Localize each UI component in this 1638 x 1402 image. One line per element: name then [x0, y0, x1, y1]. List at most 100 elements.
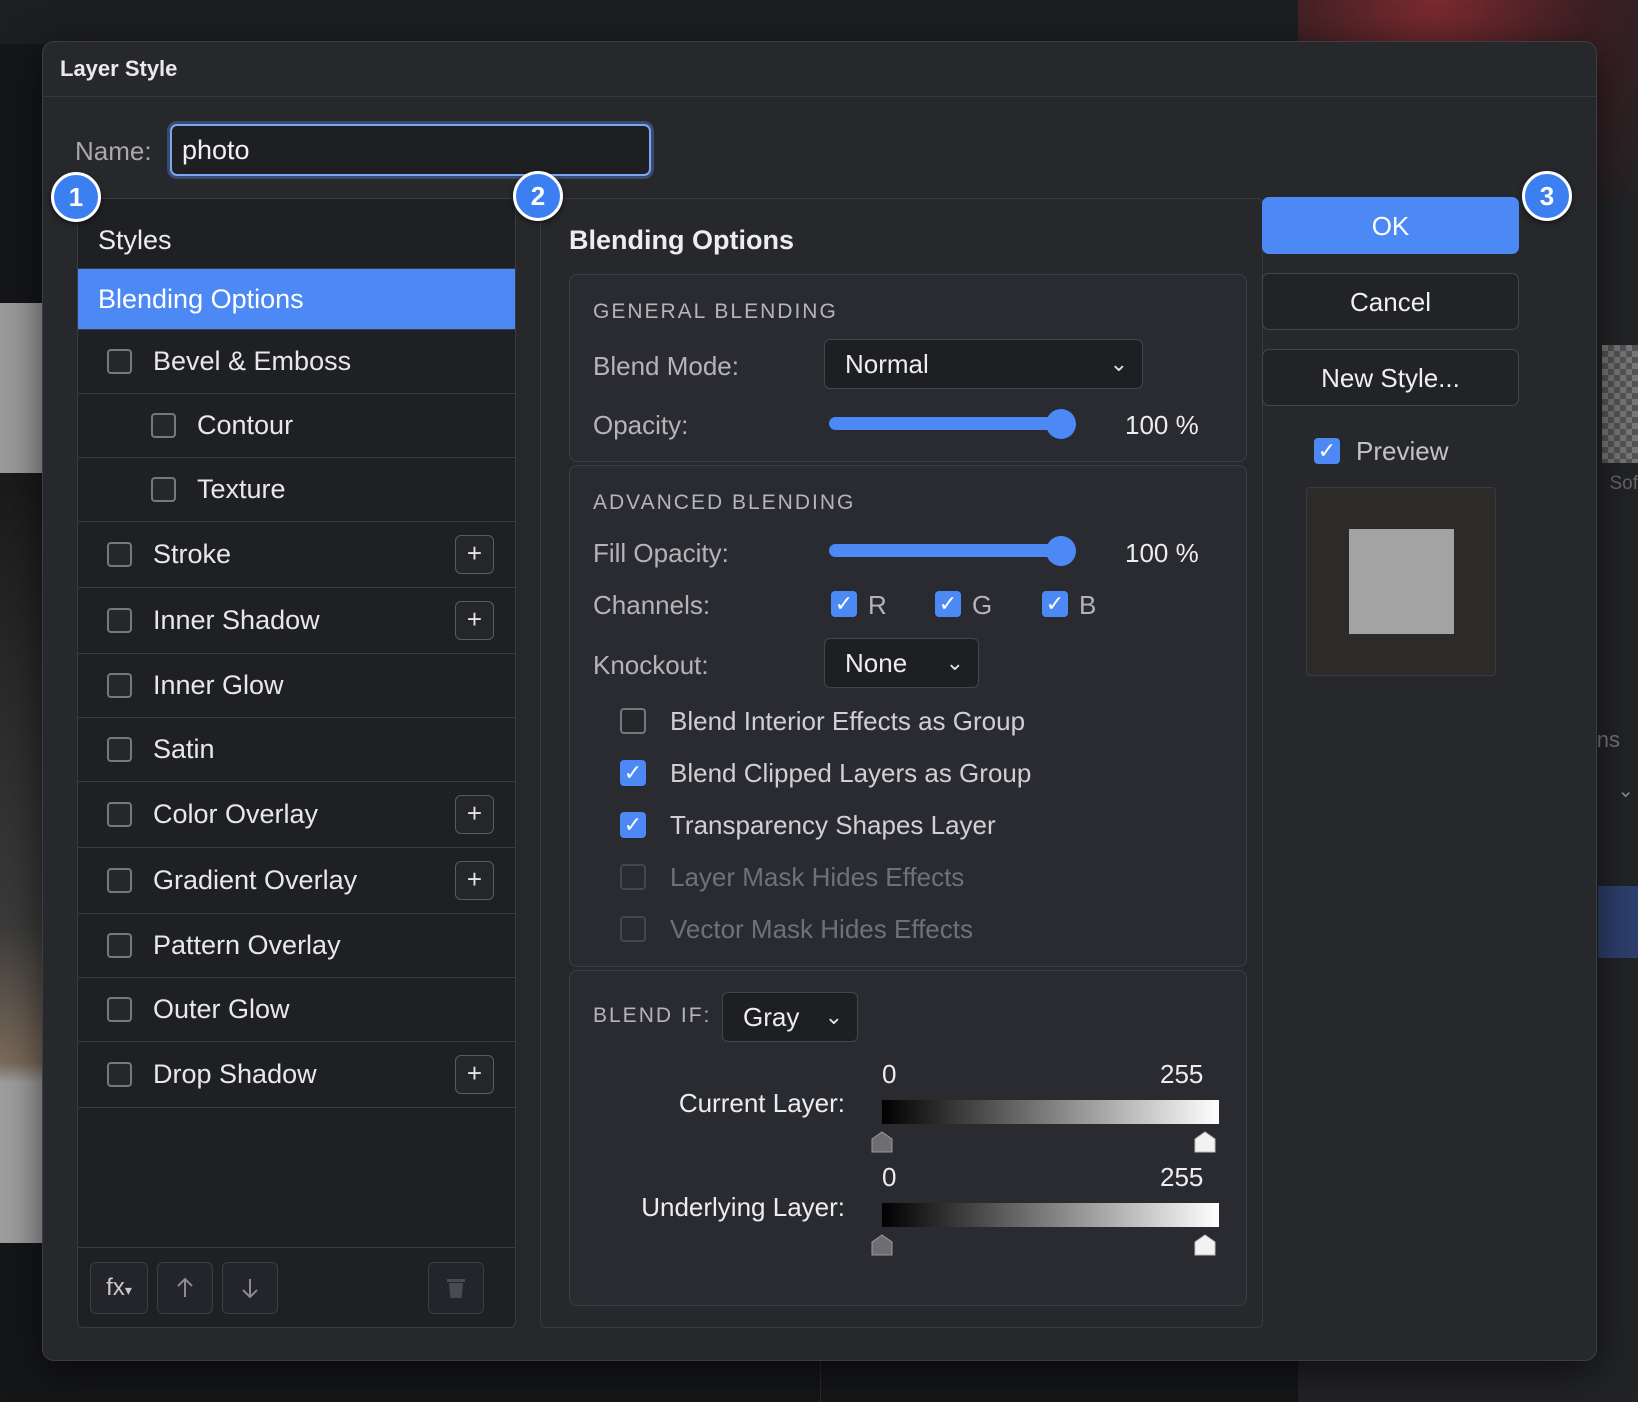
current-layer-max: 255: [1160, 1059, 1204, 1089]
preview-checkbox[interactable]: ✓: [1314, 438, 1340, 464]
canvas-photo-background: [0, 303, 44, 1243]
fx-menu-button[interactable]: fx▾: [90, 1262, 148, 1314]
style-item-texture[interactable]: Texture: [78, 458, 515, 522]
add-color-overlay-button[interactable]: +: [455, 795, 494, 834]
styles-header: Styles: [78, 199, 515, 269]
blend-if-section: BLEND IF: Gray ⌄ 0 255 Current Layer: 0 …: [569, 970, 1247, 1306]
underlying-layer-white-thumb[interactable]: [1194, 1234, 1216, 1256]
opacity-slider[interactable]: [829, 417, 1061, 430]
style-item-label: Stroke: [153, 539, 232, 569]
opacity-label: Opacity:: [593, 410, 689, 440]
name-label: Name:: [75, 136, 152, 166]
style-item-inner-shadow[interactable]: Inner Shadow +: [78, 588, 515, 654]
style-item-label: Texture: [197, 474, 286, 504]
contour-checkbox[interactable]: [151, 413, 176, 438]
add-drop-shadow-button[interactable]: +: [455, 1055, 494, 1094]
fill-opacity-slider[interactable]: [829, 544, 1061, 557]
current-layer-white-thumb[interactable]: [1194, 1131, 1216, 1153]
channels-label: Channels:: [593, 590, 711, 620]
underlying-layer-max: 255: [1160, 1162, 1204, 1192]
opacity-slider-thumb[interactable]: [1046, 409, 1076, 439]
delete-effect-button[interactable]: [428, 1262, 484, 1314]
fx-label: fx: [106, 1274, 125, 1301]
stroke-checkbox[interactable]: [107, 542, 132, 567]
advanced-blending-section: ADVANCED BLENDING Fill Opacity: 100 % Ch…: [569, 465, 1247, 967]
preview-swatch: [1349, 529, 1454, 634]
inner-glow-checkbox[interactable]: [107, 673, 132, 698]
channel-b-label: B: [1079, 590, 1097, 620]
blend-mode-value: Normal: [845, 349, 929, 379]
general-blending-section: GENERAL BLENDING Blend Mode: Normal ⌄ Op…: [569, 274, 1247, 462]
cancel-button[interactable]: Cancel: [1262, 273, 1519, 330]
layer-mask-hides-checkbox: [620, 864, 646, 890]
style-item-gradient-overlay[interactable]: Gradient Overlay +: [78, 848, 515, 914]
styles-list: Blending Options Bevel & Emboss Contour Tex…: [78, 269, 515, 1108]
transparency-thumbnail: [1602, 345, 1638, 463]
style-item-pattern-overlay[interactable]: Pattern Overlay: [78, 914, 515, 978]
vector-mask-hides-label: Vector Mask Hides Effects: [670, 914, 973, 944]
chevron-down-icon: ⌄: [1617, 780, 1634, 802]
layer-mask-hides-label: Layer Mask Hides Effects: [670, 862, 965, 892]
style-item-outer-glow[interactable]: Outer Glow: [78, 978, 515, 1042]
dialog-titlebar[interactable]: Layer Style: [43, 42, 1596, 97]
knockout-select[interactable]: None ⌄: [824, 638, 979, 688]
caret-down-icon: ▾: [124, 1282, 132, 1298]
blend-if-channel-select[interactable]: Gray ⌄: [722, 992, 858, 1042]
style-item-inner-glow[interactable]: Inner Glow: [78, 654, 515, 718]
style-item-label: Drop Shadow: [153, 1059, 317, 1089]
channel-g-checkbox[interactable]: ✓: [935, 591, 961, 617]
fill-opacity-slider-thumb[interactable]: [1046, 536, 1076, 566]
style-item-label: Gradient Overlay: [153, 865, 358, 895]
channel-r-checkbox[interactable]: ✓: [831, 591, 857, 617]
name-input[interactable]: [170, 124, 651, 176]
satin-checkbox[interactable]: [107, 737, 132, 762]
new-style-button[interactable]: New Style...: [1262, 349, 1519, 406]
move-down-button[interactable]: [222, 1262, 278, 1314]
style-item-bevel-emboss[interactable]: Bevel & Emboss: [78, 330, 515, 394]
style-item-drop-shadow[interactable]: Drop Shadow +: [78, 1042, 515, 1108]
underlying-layer-black-thumb[interactable]: [871, 1234, 893, 1256]
fill-opacity-value[interactable]: 100 %: [1125, 538, 1199, 569]
blend-mode-select[interactable]: Normal ⌄: [824, 339, 1143, 389]
advanced-blending-title: ADVANCED BLENDING: [593, 491, 856, 514]
blend-interior-effects-checkbox[interactable]: [620, 708, 646, 734]
style-item-contour[interactable]: Contour: [78, 394, 515, 458]
add-stroke-button[interactable]: +: [455, 535, 494, 574]
style-item-satin[interactable]: Satin: [78, 718, 515, 782]
current-layer-black-thumb[interactable]: [871, 1131, 893, 1153]
divider: [820, 1360, 821, 1402]
current-layer-label: Current Layer:: [678, 1088, 845, 1118]
drop-shadow-checkbox[interactable]: [107, 1062, 132, 1087]
move-up-button[interactable]: [157, 1262, 213, 1314]
style-item-stroke[interactable]: Stroke +: [78, 522, 515, 588]
gradient-overlay-checkbox[interactable]: [107, 868, 132, 893]
blend-interior-effects-label: Blend Interior Effects as Group: [670, 706, 1026, 736]
vector-mask-hides-checkbox: [620, 916, 646, 942]
blending-options-heading: Blending Options: [569, 225, 794, 255]
style-item-color-overlay[interactable]: Color Overlay +: [78, 782, 515, 848]
add-inner-shadow-button[interactable]: +: [455, 601, 494, 640]
style-item-label: Contour: [197, 410, 294, 440]
channel-b-checkbox[interactable]: ✓: [1042, 591, 1068, 617]
current-layer-min: 0: [882, 1059, 897, 1089]
blend-if-channel-value: Gray: [743, 1002, 800, 1032]
selected-layer-background: [1598, 886, 1638, 958]
inner-shadow-checkbox[interactable]: [107, 608, 132, 633]
chevron-down-icon: ⌄: [945, 650, 964, 675]
opacity-value[interactable]: 100 %: [1125, 410, 1199, 441]
outer-glow-checkbox[interactable]: [107, 997, 132, 1022]
texture-checkbox[interactable]: [151, 477, 176, 502]
pattern-overlay-checkbox[interactable]: [107, 933, 132, 958]
add-gradient-overlay-button[interactable]: +: [455, 861, 494, 900]
arrow-down-icon: [242, 1279, 258, 1299]
bevel-emboss-checkbox[interactable]: [107, 349, 132, 374]
callout-badge-2: 2: [513, 171, 563, 221]
ok-button[interactable]: OK: [1262, 197, 1519, 254]
blend-clipped-layers-checkbox[interactable]: ✓: [620, 760, 646, 786]
style-item-label: Bevel & Emboss: [153, 346, 352, 376]
style-item-blending-options[interactable]: Blending Options: [78, 269, 515, 330]
chevron-down-icon: ⌄: [1109, 351, 1128, 376]
transparency-shapes-checkbox[interactable]: ✓: [620, 812, 646, 838]
color-overlay-checkbox[interactable]: [107, 802, 132, 827]
styles-list-panel: Styles Blending Options Bevel & Emboss Con…: [77, 198, 516, 1328]
